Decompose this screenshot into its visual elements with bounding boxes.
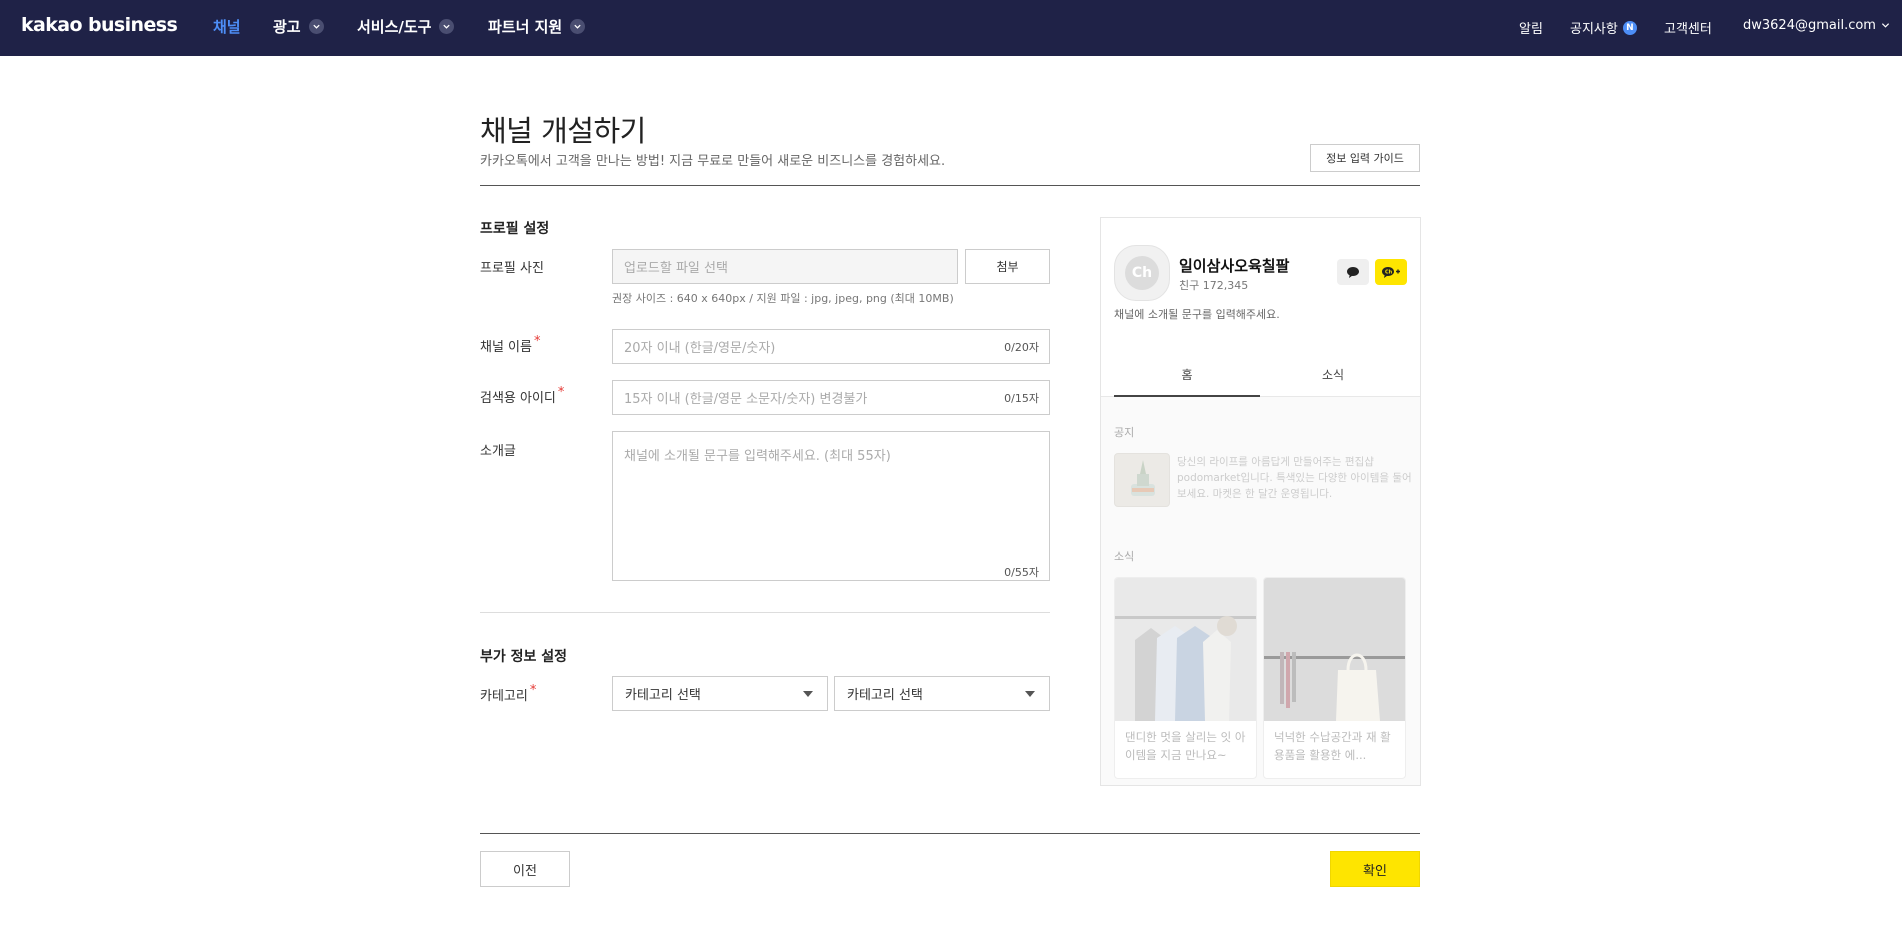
- category-label-text: 카테고리: [480, 689, 528, 704]
- account-menu[interactable]: dw3624@gmail.com: [1743, 18, 1890, 33]
- chat-bubble-icon: [1337, 259, 1369, 285]
- channel-name-input[interactable]: 20자 이내 (한글/영문/숫자) 0/20자: [612, 329, 1050, 364]
- preview-tab-indicator: [1114, 395, 1260, 397]
- info-guide-button[interactable]: 정보 입력 가이드: [1310, 144, 1420, 172]
- category-label: 카테고리 *: [480, 683, 537, 704]
- nav-channel[interactable]: 채널: [213, 16, 241, 37]
- category-select-primary[interactable]: 카테고리 선택: [612, 676, 828, 711]
- chevron-down-icon: [439, 19, 455, 34]
- page-title: 채널 개설하기: [480, 114, 646, 148]
- required-mark: *: [557, 385, 565, 400]
- profile-photo-file-input[interactable]: 업로드할 파일 선택: [612, 249, 958, 284]
- search-id-placeholder: 15자 이내 (한글/영문 소문자/숫자) 변경불가: [624, 392, 868, 407]
- intro-label: 소개글: [480, 444, 516, 459]
- profile-photo-placeholder: 업로드할 파일 선택: [624, 261, 728, 276]
- preview-news-card: 넉넉한 수납공간과 재 활용품을 활용한 에...: [1263, 577, 1406, 779]
- search-id-label-text: 검색용 아이디: [480, 391, 556, 406]
- channel-preview: Ch 일이삼사오육칠팔 친구 172,345 Ch 채널에 소개될 문구를 입력…: [1100, 217, 1421, 786]
- footer-divider: [480, 833, 1420, 834]
- svg-text:Ch: Ch: [1385, 269, 1393, 275]
- hanger-icon: [1264, 578, 1405, 721]
- nav-partner-label: 파트너 지원: [488, 18, 563, 36]
- preview-notice-text: 당신의 라이프를 아름답게 만들어주는 편집샵 podomarket입니다. 특…: [1177, 456, 1412, 500]
- nav-channel-label: 채널: [213, 18, 241, 36]
- required-mark: *: [533, 334, 541, 349]
- section-divider: [480, 612, 1050, 613]
- channel-ch-icon: Ch: [1125, 256, 1159, 290]
- attach-button[interactable]: 첨부: [965, 249, 1050, 284]
- preview-tab-home: 홈: [1181, 368, 1193, 382]
- preview-avatar: Ch: [1114, 245, 1170, 301]
- notice-label: 공지사항: [1570, 22, 1618, 37]
- top-navigation: kakao business 채널 광고 서비스/도구 파트너 지원 알림 공지…: [0, 0, 1902, 56]
- previous-button[interactable]: 이전: [480, 851, 570, 887]
- preview-friend-count: 친구 172,345: [1179, 279, 1249, 292]
- channel-name-label: 채널 이름 *: [480, 334, 541, 355]
- intro-placeholder: 채널에 소개될 문구를 입력해주세요. (최대 55자): [624, 449, 891, 464]
- hanger-icon: [1115, 578, 1256, 721]
- required-mark: *: [529, 683, 537, 698]
- search-id-label: 검색용 아이디 *: [480, 385, 565, 406]
- nav-ads[interactable]: 광고: [273, 16, 324, 37]
- nav-partner[interactable]: 파트너 지원: [488, 16, 586, 37]
- channel-name-placeholder: 20자 이내 (한글/영문/숫자): [624, 341, 776, 356]
- nav-services[interactable]: 서비스/도구: [357, 16, 455, 37]
- page-subtitle: 카카오톡에서 고객을 만나는 방법! 지금 무료로 만들어 새로운 비즈니스를 …: [480, 154, 946, 169]
- search-id-input[interactable]: 15자 이내 (한글/영문 소문자/숫자) 변경불가 0/15자: [612, 380, 1050, 415]
- nav-services-label: 서비스/도구: [357, 18, 432, 36]
- category-select-primary-value: 카테고리 선택: [625, 688, 701, 703]
- preview-news-heading: 소식: [1114, 550, 1135, 563]
- new-badge: N: [1622, 20, 1637, 35]
- support-link[interactable]: 고객센터: [1664, 18, 1712, 37]
- profile-section-title: 프로필 설정: [480, 221, 550, 237]
- extra-section-title: 부가 정보 설정: [480, 649, 568, 665]
- nav-ads-label: 광고: [273, 18, 301, 36]
- alerts-link[interactable]: 알림: [1519, 18, 1543, 37]
- preview-news-card-caption: 넉넉한 수납공간과 재 활용품을 활용한 에...: [1274, 730, 1391, 762]
- category-select-secondary-value: 카테고리 선택: [847, 688, 923, 703]
- search-id-counter: 0/15자: [1004, 391, 1039, 405]
- channel-name-counter: 0/20자: [1004, 340, 1039, 354]
- preview-notice-heading: 공지: [1114, 426, 1135, 439]
- channel-add-icon: Ch: [1375, 259, 1407, 285]
- chevron-down-icon: [308, 19, 324, 34]
- account-email: dw3624@gmail.com: [1743, 18, 1876, 33]
- channel-name-label-text: 채널 이름: [480, 340, 532, 355]
- preview-notice-image: [1114, 453, 1170, 507]
- caret-down-icon: [1025, 691, 1035, 697]
- confirm-button[interactable]: 확인: [1330, 851, 1420, 887]
- header-divider: [480, 185, 1420, 186]
- intro-counter: 0/55자: [1004, 566, 1039, 579]
- category-select-secondary[interactable]: 카테고리 선택: [834, 676, 1050, 711]
- preview-description: 채널에 소개될 문구를 입력해주세요.: [1114, 308, 1280, 321]
- profile-photo-label: 프로필 사진: [480, 261, 544, 276]
- caret-down-icon: [803, 691, 813, 697]
- chevron-down-icon: [570, 19, 586, 34]
- chevron-down-icon: [1881, 23, 1890, 28]
- profile-photo-hint: 권장 사이즈 : 640 x 640px / 지원 파일 : jpg, jpeg…: [612, 292, 954, 305]
- preview-news-card: 댄디한 멋을 살리는 잇 아이템을 지금 만나요~: [1114, 577, 1257, 779]
- intro-textarea[interactable]: 채널에 소개될 문구를 입력해주세요. (최대 55자) 0/55자: [612, 431, 1050, 581]
- notice-link[interactable]: 공지사항 N: [1570, 18, 1637, 37]
- preview-tab-news: 소식: [1321, 368, 1345, 382]
- preview-channel-name: 일이삼사오육칠팔: [1179, 257, 1290, 275]
- kakao-business-logo[interactable]: kakao business: [21, 14, 178, 36]
- preview-news-card-caption: 댄디한 멋을 살리는 잇 아이템을 지금 만나요~: [1125, 730, 1246, 762]
